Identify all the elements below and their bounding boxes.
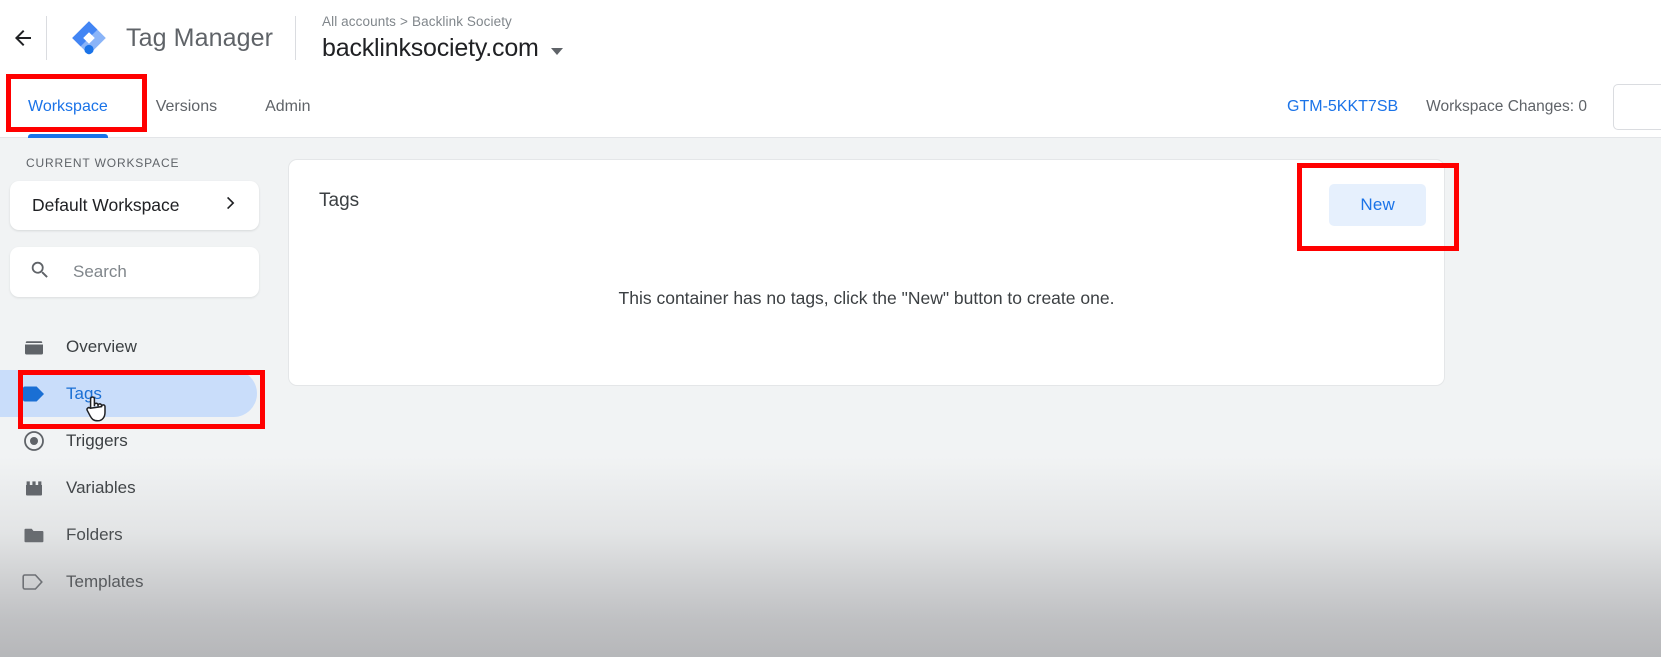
tab-workspace-label: Workspace — [28, 97, 108, 115]
breadcrumb: All accounts > Backlink Society — [322, 15, 563, 29]
sidebar: CURRENT WORKSPACE Default Workspace Sear… — [0, 138, 269, 657]
sidebar-item-overview-label: Overview — [66, 336, 137, 356]
card-title: Tags — [319, 190, 360, 211]
sidebar-item-triggers[interactable]: Triggers — [0, 417, 257, 464]
tag-manager-logo-icon — [69, 18, 109, 58]
header-divider-1 — [46, 16, 47, 60]
empty-state-message: This container has no tags, click the "N… — [618, 288, 1115, 308]
search-icon — [29, 259, 51, 286]
account-block: All accounts > Backlink Society backlinkso… — [300, 15, 563, 62]
header-divider-2 — [295, 16, 297, 60]
sidebar-item-triggers-label: Triggers — [66, 430, 128, 450]
variable-icon — [22, 476, 52, 500]
sidebar-item-templates[interactable]: Templates — [0, 558, 257, 605]
workspace-name: Default Workspace — [32, 195, 180, 215]
template-icon — [22, 572, 52, 592]
sidebar-item-variables-label: Variables — [66, 477, 136, 497]
primary-tab-bar: Workspace Versions Admin GTM-5KKT7SB Wor… — [0, 76, 1661, 138]
breadcrumb-separator: > — [400, 13, 409, 29]
sidebar-item-overview[interactable]: Overview — [0, 323, 257, 370]
breadcrumb-account-name[interactable]: Backlink Society — [412, 14, 512, 29]
tab-versions[interactable]: Versions — [132, 76, 241, 138]
new-tag-button[interactable]: New — [1329, 184, 1426, 226]
product-name: Tag Manager — [126, 23, 274, 52]
main-content: Tags New This container has no tags, cli… — [269, 138, 1661, 657]
tags-card: Tags New This container has no tags, cli… — [288, 159, 1445, 386]
tab-workspace[interactable]: Workspace — [0, 76, 132, 138]
chevron-right-icon — [221, 193, 241, 218]
tag-icon — [22, 384, 52, 404]
container-id-link[interactable]: GTM-5KKT7SB — [1287, 98, 1398, 116]
tab-versions-label: Versions — [155, 97, 218, 115]
search-box[interactable]: Search — [10, 247, 259, 297]
preview-button[interactable] — [1613, 83, 1661, 130]
sidebar-item-folders-label: Folders — [66, 524, 123, 544]
folder-icon — [22, 523, 52, 547]
sidebar-item-folders[interactable]: Folders — [0, 511, 257, 558]
top-header-bar: Tag Manager All accounts > Backlink Societ… — [0, 0, 1661, 76]
tab-bar-right-group: GTM-5KKT7SB Workspace Changes: 0 — [1287, 76, 1661, 138]
sidebar-item-tags[interactable]: Tags — [0, 370, 257, 417]
workspace-changes-status: Workspace Changes: 0 — [1426, 97, 1587, 115]
current-workspace-label: CURRENT WORKSPACE — [26, 156, 180, 170]
tab-admin[interactable]: Admin — [241, 76, 334, 138]
sidebar-nav-list: Overview Tags Triggers Variables Folders… — [0, 323, 269, 605]
chevron-down-icon — [550, 48, 563, 56]
arrow-left-icon — [11, 26, 35, 50]
container-name: backlinksociety.com — [322, 34, 539, 63]
back-button[interactable] — [4, 0, 42, 76]
workspace-selector[interactable]: Default Workspace — [10, 181, 259, 230]
search-input[interactable]: Search — [73, 262, 127, 282]
breadcrumb-all-accounts[interactable]: All accounts — [322, 14, 396, 29]
sidebar-item-templates-label: Templates — [66, 571, 144, 591]
sidebar-item-variables[interactable]: Variables — [0, 464, 257, 511]
tag-manager-app: Tag Manager All accounts > Backlink Societ… — [0, 0, 1661, 657]
brand-block[interactable]: Tag Manager — [51, 18, 273, 58]
sidebar-item-tags-label: Tags — [66, 383, 102, 403]
tab-active-indicator — [28, 133, 108, 138]
container-selector[interactable]: backlinksociety.com — [322, 36, 563, 61]
tab-admin-label: Admin — [265, 97, 311, 115]
trigger-icon — [22, 429, 52, 453]
overview-icon — [22, 335, 52, 359]
